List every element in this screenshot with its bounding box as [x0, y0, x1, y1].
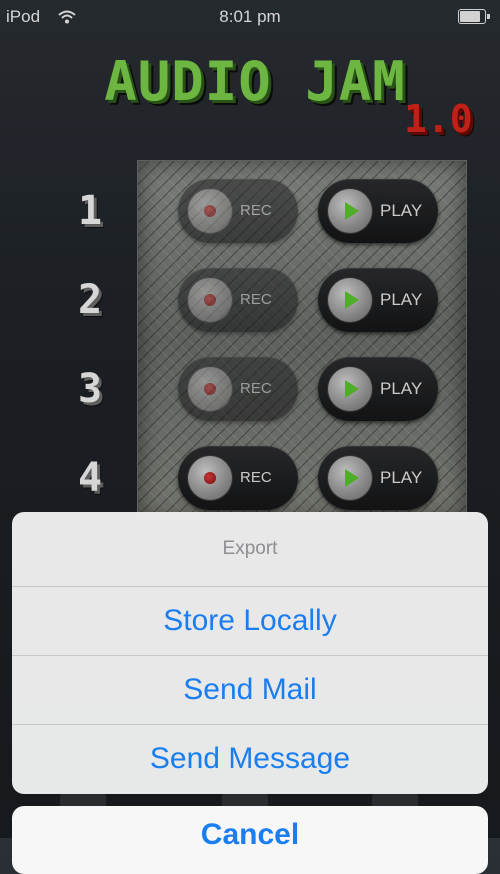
- export-action-sheet: Export Store Locally Send Mail Send Mess…: [12, 512, 488, 794]
- action-sheet-title: Export: [12, 512, 488, 587]
- send-mail-button[interactable]: Send Mail: [12, 656, 488, 725]
- send-message-button[interactable]: Send Message: [12, 725, 488, 793]
- store-locally-button[interactable]: Store Locally: [12, 587, 488, 656]
- cancel-button[interactable]: Cancel: [12, 806, 488, 874]
